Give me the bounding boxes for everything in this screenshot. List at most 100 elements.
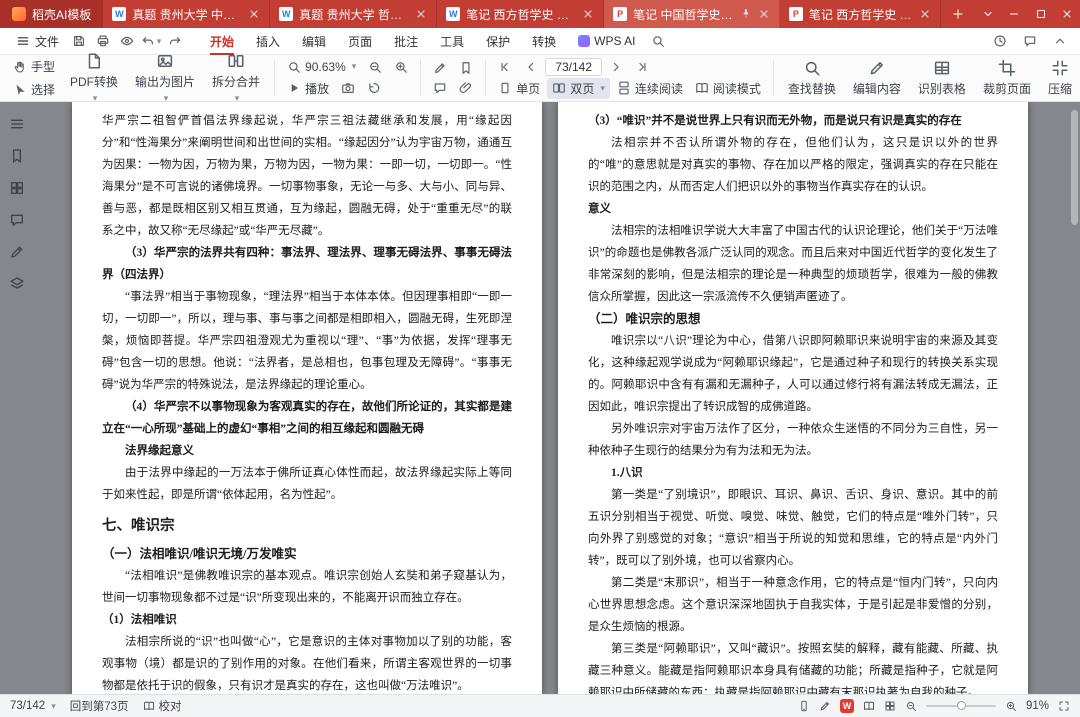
back-to-page-label: 回到第73页 (70, 698, 129, 714)
zoom-percent[interactable]: 91% (1026, 700, 1049, 712)
export-as-image-button[interactable]: 输出为图片 (128, 49, 202, 107)
play-slideshow-button[interactable]: 播放 (282, 78, 334, 99)
paragraph: 唯识宗以“八识”理论为中心，借第八识即阿赖耶识来说明宇宙的来源及其变化，这种缘起… (588, 330, 998, 418)
document-tab-1[interactable]: W 真题 贵州大学 中西哲学史 历年真题 (103, 0, 270, 28)
split-merge-button[interactable]: 拆分合并 (205, 49, 267, 107)
redo-button[interactable] (163, 31, 187, 51)
zoom-in-button[interactable] (1005, 700, 1017, 712)
annotate-mode-button[interactable] (819, 700, 831, 712)
cursor-icon (13, 83, 27, 97)
collapse-ribbon-button[interactable] (1048, 31, 1072, 51)
page-number-input[interactable]: 73/142 (545, 58, 602, 76)
close-tab-icon[interactable] (248, 8, 260, 20)
messages-button[interactable] (1018, 31, 1042, 51)
zoom-in-icon (394, 60, 408, 74)
save-button[interactable] (67, 31, 91, 51)
document-tab-2[interactable]: W 真题 贵州大学 哲学综合 历年真题 (270, 0, 437, 28)
tab-list-button[interactable] (975, 0, 1001, 28)
menu-tab-convert[interactable]: 转换 (521, 28, 567, 55)
new-tab-button[interactable] (941, 0, 975, 28)
vertical-scrollbar[interactable] (1069, 104, 1078, 692)
next-page-button[interactable] (604, 58, 628, 76)
note-button[interactable] (428, 79, 452, 97)
read-mode-toggle[interactable] (863, 700, 875, 712)
rotate-page-button[interactable] (362, 79, 386, 97)
previous-page-button[interactable] (519, 58, 543, 76)
thumbnails-panel-button[interactable] (9, 180, 25, 196)
edit-content-button[interactable]: 编辑内容 (846, 56, 908, 100)
attach-button[interactable] (454, 79, 478, 97)
zoom-slider[interactable] (926, 705, 996, 707)
subsection-title: （二）唯识宗的思想 (588, 308, 998, 330)
mobile-view-button[interactable] (798, 700, 810, 712)
hand-tool-button[interactable]: 手型 (8, 56, 60, 77)
read-mode-button[interactable]: 阅读模式 (690, 78, 766, 99)
layers-icon (9, 276, 25, 292)
close-tab-icon[interactable] (758, 8, 770, 20)
document-tab-active[interactable]: P 笔记 中国哲学史 笔记.pdf (604, 0, 780, 28)
attachments-panel-button[interactable] (9, 276, 25, 292)
highlight-button[interactable] (428, 59, 452, 77)
fullscreen-button[interactable] (1058, 700, 1070, 712)
document-tab-5[interactable]: P 笔记 西方哲学史 笔记.pdf (780, 0, 941, 28)
zoom-level-select[interactable]: 90.63% (282, 58, 361, 76)
zoom-out-button[interactable] (905, 700, 917, 712)
zoom-out-button[interactable] (363, 58, 387, 76)
page-indicator[interactable]: 73/142 (10, 700, 56, 712)
proofread-button[interactable]: 校对 (143, 698, 182, 714)
scrollbar-thumb[interactable] (1071, 110, 1078, 225)
close-window-button[interactable] (1054, 0, 1080, 28)
zoom-in-button[interactable] (389, 58, 413, 76)
close-tab-icon[interactable] (415, 8, 427, 20)
double-page-view-button[interactable]: 双页 (547, 78, 610, 99)
continuous-view-button[interactable]: 连续阅读 (612, 78, 688, 99)
recognize-table-button[interactable]: 识别表格 (911, 56, 973, 100)
paragraph: 法相宗并不否认所谓外物的存在，但他们认为，这只是识以外的世界的“唯”的意思就是对… (588, 132, 998, 198)
home-tab[interactable]: 稻壳AI模板 (0, 0, 103, 28)
rotate-icon (367, 81, 381, 95)
menu-tab-comment[interactable]: 批注 (383, 28, 429, 55)
document-tab-3[interactable]: W 笔记 西方哲学史 笔记补充材料.do (437, 0, 604, 28)
outline-panel-button[interactable] (9, 116, 25, 132)
preview-button[interactable] (115, 31, 139, 51)
minimize-button[interactable] (1001, 0, 1027, 28)
close-tab-icon[interactable] (919, 8, 931, 20)
search-commands-button[interactable] (646, 31, 670, 51)
tab-label: 笔记 西方哲学史 笔记.pdf (809, 6, 913, 23)
pin-icon[interactable] (740, 8, 752, 20)
menu-tab-wps-ai[interactable]: WPS AI (567, 28, 646, 55)
snapshot-button[interactable] (336, 79, 360, 97)
annotations-panel-button[interactable] (9, 244, 25, 260)
back-to-page-button[interactable]: 回到第73页 (70, 698, 129, 714)
zoom-slider-knob[interactable] (957, 701, 966, 710)
print-button[interactable] (91, 31, 115, 51)
maximize-button[interactable] (1027, 0, 1053, 28)
menu-tab-protect[interactable]: 保护 (475, 28, 521, 55)
page-layout-toggle[interactable] (884, 700, 896, 712)
compress-button[interactable]: 压缩 (1041, 56, 1079, 100)
bookmarks-panel-button[interactable] (9, 148, 25, 164)
last-page-button[interactable] (630, 58, 654, 76)
select-tool-button[interactable]: 选择 (8, 79, 60, 100)
pdf-page-right[interactable]: （3）“唯识”并不是说世界上只有识而无外物，而是说只有识是真实的存在 法相宗并不… (558, 102, 1028, 694)
single-page-view-button[interactable]: 单页 (493, 78, 545, 99)
file-menu-button[interactable]: 文件 (8, 31, 67, 52)
close-tab-icon[interactable] (582, 8, 594, 20)
menu-tab-page[interactable]: 页面 (337, 28, 383, 55)
pdf-convert-button[interactable]: PDF转换 (63, 49, 125, 107)
menu-tab-edit[interactable]: 编辑 (291, 28, 337, 55)
crop-page-button[interactable]: 裁剪页面 (976, 56, 1038, 100)
menu-tab-label: 插入 (256, 33, 280, 50)
paragraph: “法相唯识”是佛教唯识宗的基本观点。唯识宗创始人玄奘和弟子窥基认为，世间一切事物… (102, 565, 512, 609)
pdf-page-left[interactable]: 华严宗二祖智俨首倡法界缘起说，华严宗三祖法藏继承和发展，用“缘起因分”和“性海果… (72, 102, 542, 694)
menu-tab-insert[interactable]: 插入 (245, 28, 291, 55)
find-replace-button[interactable]: 查找替换 (781, 56, 843, 100)
menu-tab-tools[interactable]: 工具 (429, 28, 475, 55)
history-button[interactable] (988, 31, 1012, 51)
undo-button[interactable] (139, 31, 163, 51)
bookmark-button[interactable] (454, 59, 478, 77)
menu-tab-home[interactable]: 开始 (199, 28, 245, 55)
comments-panel-button[interactable] (9, 212, 25, 228)
first-page-button[interactable] (493, 58, 517, 76)
wps-badge-icon[interactable]: W (840, 699, 854, 713)
